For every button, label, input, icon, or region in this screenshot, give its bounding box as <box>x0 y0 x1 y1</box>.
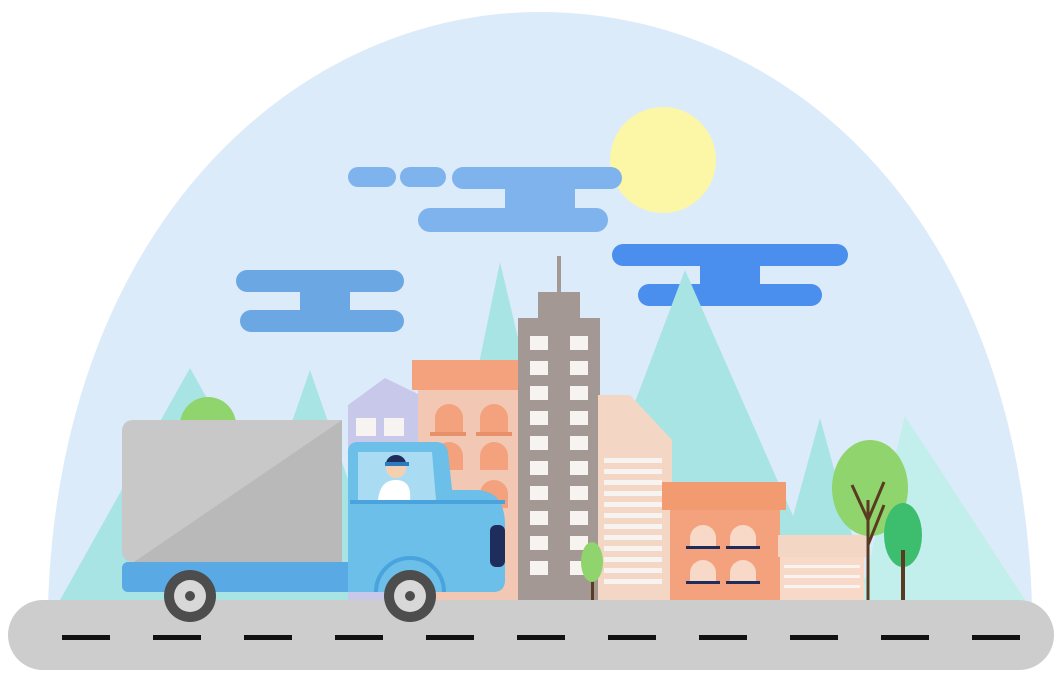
window <box>530 436 548 450</box>
stripe <box>604 535 662 540</box>
window <box>530 486 548 500</box>
window <box>570 411 588 425</box>
window <box>530 461 548 475</box>
road-dash <box>517 635 565 640</box>
window <box>570 511 588 525</box>
window <box>570 436 588 450</box>
window <box>570 336 588 350</box>
window <box>530 361 548 375</box>
window <box>530 561 548 575</box>
building-icon <box>662 482 786 600</box>
road-dash <box>881 635 929 640</box>
stripe <box>604 524 662 529</box>
stripe <box>604 458 662 463</box>
road-dash <box>335 635 383 640</box>
stripe <box>604 513 662 518</box>
window <box>530 386 548 400</box>
road-dash <box>244 635 292 640</box>
stripe <box>604 557 662 562</box>
sun-icon <box>610 107 716 213</box>
road-dash <box>608 635 656 640</box>
window <box>570 486 588 500</box>
window <box>530 336 548 350</box>
stripe <box>604 491 662 496</box>
road-dash <box>62 635 110 640</box>
road-dash <box>790 635 838 640</box>
window <box>530 511 548 525</box>
window <box>530 411 548 425</box>
road-dash <box>426 635 474 640</box>
stripe <box>604 480 662 485</box>
window <box>530 536 548 550</box>
stripe <box>604 502 662 507</box>
window <box>570 361 588 375</box>
road-dash <box>699 635 747 640</box>
road-dash <box>972 635 1020 640</box>
logistics-illustration <box>8 12 1054 670</box>
building-icon <box>778 535 866 600</box>
road-dash <box>153 635 201 640</box>
stripe <box>604 568 662 573</box>
window <box>570 386 588 400</box>
window <box>570 461 588 475</box>
stripe <box>604 546 662 551</box>
stripe <box>604 579 662 584</box>
truck-icon <box>122 420 505 622</box>
stripe <box>604 469 662 474</box>
